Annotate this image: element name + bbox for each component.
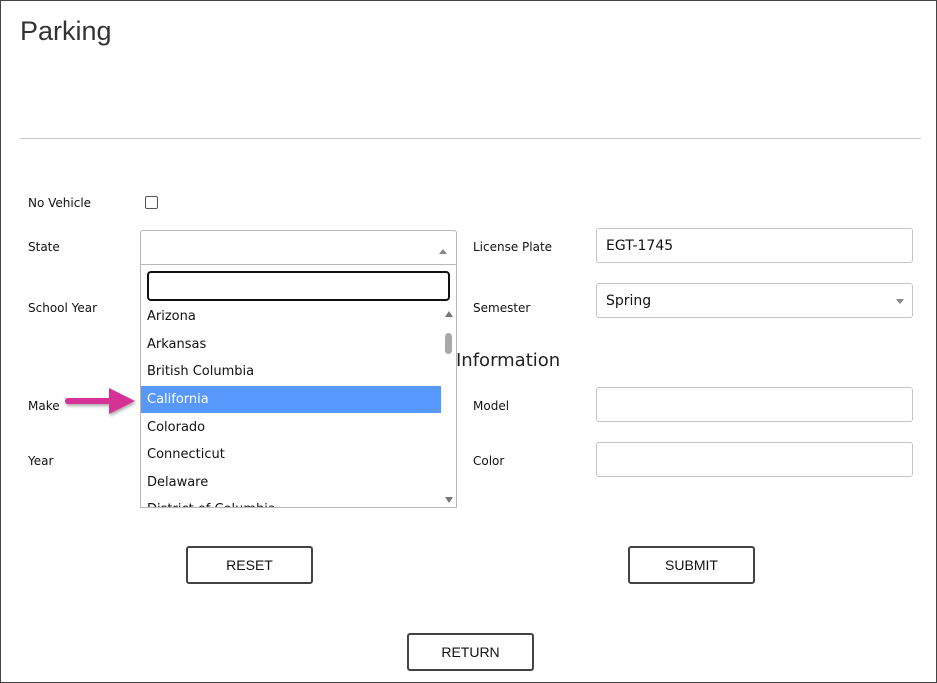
no-vehicle-label: No Vehicle bbox=[28, 196, 92, 210]
license-plate-label: License Plate bbox=[473, 240, 553, 254]
state-option[interactable]: Arizona bbox=[141, 303, 442, 331]
school-year-label: School Year bbox=[28, 301, 98, 315]
state-select[interactable] bbox=[140, 230, 457, 265]
state-option[interactable]: Arkansas bbox=[141, 331, 442, 359]
scroll-up-icon[interactable] bbox=[445, 311, 453, 317]
state-option[interactable]: Connecticut bbox=[141, 441, 442, 469]
make-label: Make bbox=[28, 399, 60, 413]
vehicle-information-heading: Information bbox=[456, 350, 561, 371]
reset-button[interactable]: RESET bbox=[186, 546, 313, 584]
state-option[interactable]: Delaware bbox=[141, 469, 442, 497]
color-label: Color bbox=[473, 454, 505, 468]
annotation-arrow-icon bbox=[65, 388, 135, 414]
parking-page: Parking No Vehicle State License Plate E… bbox=[0, 0, 937, 683]
no-vehicle-checkbox[interactable] bbox=[145, 196, 158, 209]
state-option-selected[interactable]: California bbox=[141, 385, 442, 414]
state-options-list: Arizona Arkansas British Columbia Califo… bbox=[141, 303, 442, 507]
year-label: Year bbox=[28, 454, 54, 468]
semester-label: Semester bbox=[473, 301, 531, 315]
model-label: Model bbox=[473, 399, 510, 413]
state-search-input[interactable] bbox=[147, 271, 450, 301]
chevron-down-icon bbox=[896, 298, 904, 304]
license-plate-value: EGT-1745 bbox=[606, 237, 674, 254]
dropdown-scrollbar[interactable] bbox=[441, 303, 456, 507]
model-input[interactable] bbox=[596, 387, 913, 422]
color-input[interactable] bbox=[596, 442, 913, 477]
state-label: State bbox=[28, 240, 60, 254]
license-plate-input[interactable]: EGT-1745 bbox=[596, 228, 913, 263]
scroll-down-icon[interactable] bbox=[445, 497, 453, 503]
state-option[interactable]: British Columbia bbox=[141, 358, 442, 386]
submit-button[interactable]: SUBMIT bbox=[628, 546, 755, 584]
return-button[interactable]: RETURN bbox=[407, 633, 534, 671]
state-option[interactable]: District of Columbia bbox=[141, 496, 442, 507]
semester-select[interactable]: Spring bbox=[596, 283, 913, 318]
title-divider bbox=[20, 138, 921, 139]
page-title: Parking bbox=[20, 16, 112, 46]
state-dropdown: Arizona Arkansas British Columbia Califo… bbox=[140, 264, 457, 508]
chevron-up-icon bbox=[439, 249, 447, 254]
semester-value: Spring bbox=[606, 292, 652, 309]
state-option[interactable]: Colorado bbox=[141, 413, 442, 441]
scroll-thumb[interactable] bbox=[445, 333, 452, 354]
